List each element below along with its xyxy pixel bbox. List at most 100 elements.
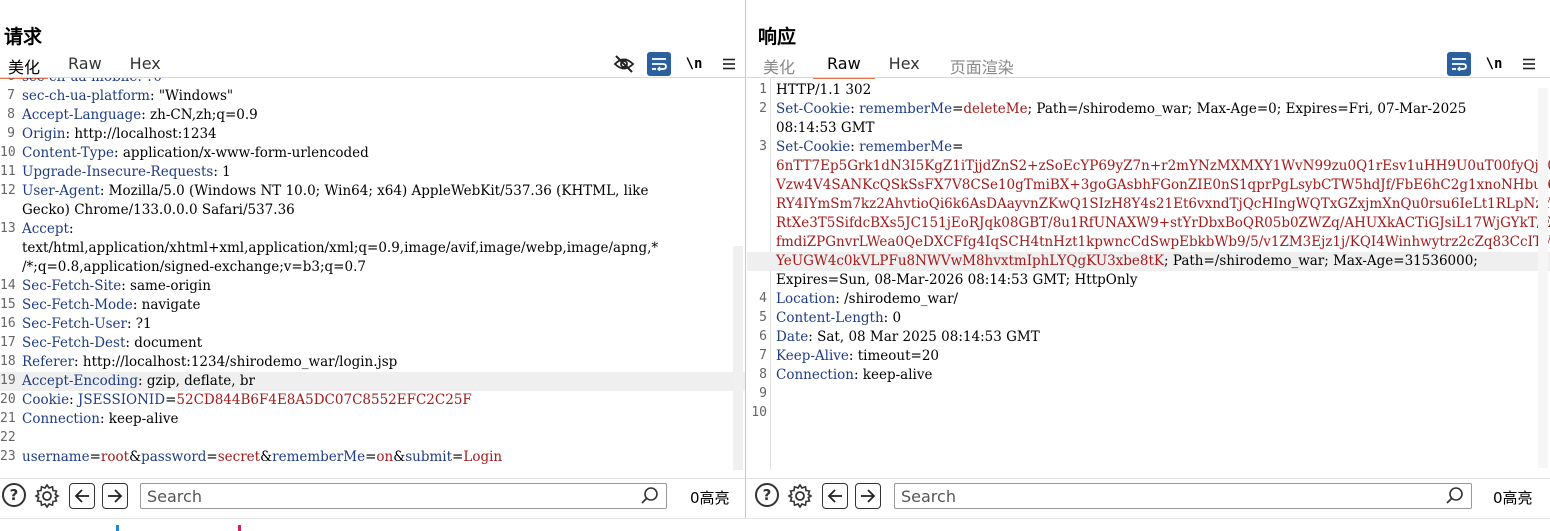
request-line: 16 Sec-Fetch-User: ?1 [0, 315, 745, 334]
request-search-input[interactable] [141, 484, 632, 508]
response-search-input[interactable] [895, 484, 1437, 508]
response-line: 2 Set-Cookie: rememberMe=deleteMe; Path=/… [747, 100, 1550, 119]
request-settings-button[interactable] [34, 483, 60, 509]
request-back-button[interactable] [69, 483, 95, 509]
value-text: 6nTT7Ep5Grk1dN3I5KgZ1iTjjdZnS2+zSoEcYP69… [776, 158, 1550, 174]
header-key: Upgrade-Insecure-Requests [22, 164, 214, 180]
request-line-number: 20 [0, 392, 16, 407]
request-line: 18 Referer: http://localhost:1234/shirode… [0, 353, 745, 372]
plain-text: = [452, 449, 464, 465]
response-line-text: Content-Length: 0 [776, 309, 1536, 328]
response-line: RtXe3T5SifdcBXs5JC151jEoRJqk08GBT/8u1RfU… [747, 214, 1550, 233]
request-line: 11 Upgrade-Insecure-Requests: 1 [0, 163, 745, 182]
response-tab-render[interactable]: 页面渲染 [950, 52, 1014, 78]
plain-text: : http://localhost:1234 [65, 126, 217, 142]
header-key: Accept [22, 221, 69, 237]
request-hide-button[interactable] [612, 52, 636, 76]
response-tab-hex[interactable]: Hex [889, 52, 920, 78]
arrow-right-icon [108, 489, 123, 503]
header-key: Keep-Alive [776, 348, 849, 364]
header-key: rememberMe [859, 101, 953, 117]
wrap-icon [1452, 58, 1467, 71]
response-settings-button[interactable] [787, 483, 813, 509]
request-line: /*;q=0.8,application/signed-exchange;v=b… [0, 258, 745, 277]
request-bottom-bar: ? 0高亮 [0, 478, 745, 512]
header-key: Cookie [22, 392, 70, 408]
menu-icon [723, 58, 735, 70]
response-line: fmdiZPGnvrLWea0QeDXCFfg4IqSCH4tnHzt1kpwn… [747, 233, 1550, 252]
plain-text: & [260, 449, 273, 465]
response-editor[interactable]: 1 HTTP/1.1 302 2 Set-Cookie: rememberMe=del… [747, 78, 1550, 470]
request-editor[interactable]: 6 sec-ch-ua-mobile: ?0 7 sec-ch-ua-platform… [0, 78, 745, 470]
value-text: secret [217, 449, 261, 465]
plain-text: : 0 [883, 310, 902, 326]
request-line-text: Connection: keep-alive [22, 410, 731, 429]
header-key: sec-ch-ua-mobile: ?0 [22, 78, 162, 85]
header-key: rememberMe [272, 449, 366, 465]
header-key: Sec-Fetch-Site [22, 278, 122, 294]
response-line-number: 7 [759, 348, 767, 363]
request-scrollbar[interactable] [733, 246, 743, 470]
response-line: 1 HTTP/1.1 302 [747, 81, 1550, 100]
request-line-number: 13 [0, 221, 16, 236]
search-icon[interactable] [1445, 486, 1465, 506]
request-menu-button[interactable] [717, 52, 741, 76]
response-line: 8 Connection: keep-alive [747, 366, 1550, 385]
response-scrollbar[interactable] [1538, 88, 1548, 468]
plain-text: & [129, 449, 142, 465]
response-back-button[interactable] [822, 483, 848, 509]
request-line: 8 Accept-Language: zh-CN,zh;q=0.9 [0, 106, 745, 125]
request-title: 请求 [4, 26, 43, 48]
request-line: text/html,application/xhtml+xml,applicat… [0, 239, 745, 258]
request-tab-raw[interactable]: Raw [68, 52, 102, 78]
header-key: password [141, 449, 207, 465]
response-tab-pretty[interactable]: 美化 [757, 52, 795, 78]
request-line: 14 Sec-Fetch-Site: same-origin [0, 277, 745, 296]
header-key: Content-Type [22, 145, 115, 161]
request-line: 7 sec-ch-ua-platform: "Windows" [0, 87, 745, 106]
header-key: Referer [22, 354, 75, 370]
request-line-number: 6 [0, 78, 15, 84]
request-wrap-button[interactable] [647, 52, 671, 76]
plain-text: : "Windows" [149, 88, 234, 104]
plain-text: = [952, 101, 964, 117]
header-key: Connection [776, 367, 854, 383]
request-forward-button[interactable] [102, 483, 128, 509]
header-key: Date [776, 329, 809, 345]
request-line: 20 Cookie: JSESSIONID=52CD844B6F4E8A5DC07… [0, 391, 745, 410]
request-line-number: 17 [0, 335, 16, 350]
gear-icon [34, 483, 60, 509]
response-menu-button[interactable] [1517, 52, 1541, 76]
request-tab-pretty[interactable]: 美化 [0, 52, 49, 79]
request-line: 15 Sec-Fetch-Mode: navigate [0, 296, 745, 315]
response-help-button[interactable]: ? [755, 483, 779, 507]
response-line: 08:14:53 GMT [747, 119, 1550, 138]
request-highlight-count: 0高亮 [690, 489, 730, 507]
response-newline-button[interactable]: \n [1482, 52, 1506, 76]
value-text: on [376, 449, 394, 465]
plain-text: = [365, 449, 377, 465]
header-key: Set-Cookie [776, 101, 851, 117]
response-wrap-button[interactable] [1447, 52, 1471, 76]
response-toolbar: \n [1447, 52, 1550, 76]
request-help-button[interactable]: ? [2, 483, 26, 507]
response-forward-button[interactable] [855, 483, 881, 509]
request-line-number: 21 [0, 411, 16, 426]
request-line-text: Upgrade-Insecure-Requests: 1 [22, 163, 731, 182]
plain-text: : zh-CN,zh;q=0.9 [141, 107, 258, 123]
request-tab-hex[interactable]: Hex [130, 52, 161, 78]
plain-text: 08:14:53 GMT [776, 120, 875, 136]
header-key: Sec-Fetch-Dest [22, 335, 126, 351]
response-line-number: 3 [759, 139, 767, 154]
response-line-number: 10 [751, 405, 767, 420]
request-line-number: 8 [7, 107, 15, 122]
plain-text: & [393, 449, 406, 465]
request-line: 9 Origin: http://localhost:1234 [0, 125, 745, 144]
request-newline-button[interactable]: \n [682, 52, 706, 76]
arrow-left-icon [74, 489, 89, 503]
request-line-text: Sec-Fetch-Site: same-origin [22, 277, 731, 296]
search-icon[interactable] [640, 486, 660, 506]
response-tab-raw[interactable]: Raw [813, 52, 875, 79]
plain-text: Expires=Sun, 08-Mar-2026 08:14:53 GMT; H… [776, 272, 1138, 288]
request-line-number: 10 [0, 145, 16, 160]
